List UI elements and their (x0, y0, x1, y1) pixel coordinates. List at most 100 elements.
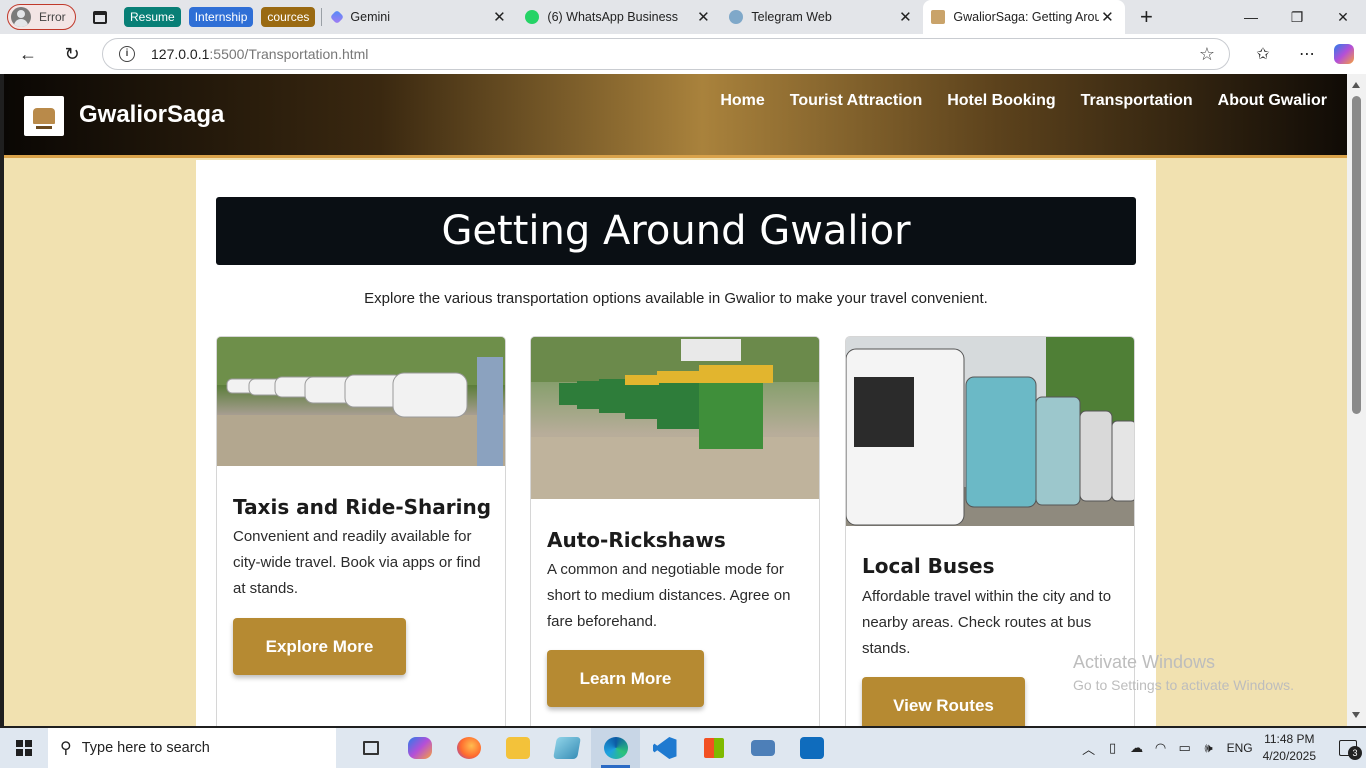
intro-text: Explore the various transportation optio… (364, 290, 988, 307)
device-icon[interactable]: ▯ (1101, 740, 1125, 756)
clock-time: 11:48 PM (1264, 732, 1315, 746)
info-icon[interactable]: i (119, 46, 135, 62)
nav-about-gwalior[interactable]: About Gwalior (1218, 92, 1327, 110)
address-bar-row: ← ↻ i 127.0.0.1:5500/Transportation.html… (0, 34, 1366, 74)
card-title: Local Buses (862, 554, 995, 578)
scroll-down-icon[interactable] (1352, 712, 1360, 718)
taskbar-clock[interactable]: 11:48 PM 4/20/2025 (1263, 731, 1316, 765)
browser-toolbar: ✩ ⋯ (1246, 38, 1354, 70)
task-view-icon[interactable] (346, 728, 395, 768)
windows-taskbar: ⚲ Type here to search ︿ ▯ ☁ ◠ ▭ 🕪 ENG 11… (0, 728, 1366, 768)
file-explorer-icon[interactable] (493, 728, 542, 768)
clock-date: 4/20/2025 (1262, 749, 1316, 763)
close-icon[interactable]: ✕ (695, 8, 711, 26)
new-tab-button[interactable]: + (1131, 4, 1161, 30)
address-bar[interactable]: i 127.0.0.1:5500/Transportation.html ☆ (102, 38, 1230, 70)
profile-label: Error (39, 10, 66, 24)
bookmark-star-icon[interactable]: ☆ (1199, 44, 1215, 65)
reload-icon: ↻ (64, 43, 80, 64)
chevron-up-icon[interactable]: ︿ (1077, 739, 1101, 758)
close-icon[interactable]: ✕ (491, 8, 507, 26)
nav-home[interactable]: Home (720, 92, 764, 110)
volume-icon[interactable]: 🕪 (1197, 740, 1221, 756)
remote-desktop-icon[interactable] (738, 728, 787, 768)
tab-group-cources[interactable]: cources (261, 7, 316, 27)
tab-gemini[interactable]: Gemini ✕ (322, 0, 517, 34)
browser-tab-strip: Error Resume Internship cources Gemini ✕… (0, 0, 1366, 34)
view-routes-button[interactable]: View Routes (862, 677, 1025, 726)
close-icon[interactable]: ✕ (897, 8, 913, 26)
nav-tourist-attraction[interactable]: Tourist Attraction (790, 92, 922, 110)
reload-button[interactable]: ↻ (54, 38, 90, 70)
explore-more-button[interactable]: Explore More (233, 618, 406, 675)
fort-logo-icon (33, 108, 55, 129)
copilot-app-icon[interactable] (395, 728, 444, 768)
copilot-icon[interactable] (1334, 44, 1354, 64)
nav-hotel-booking[interactable]: Hotel Booking (947, 92, 1055, 110)
close-window-icon[interactable]: ✕ (1320, 0, 1366, 34)
gemini-icon (330, 9, 345, 25)
learn-more-button[interactable]: Learn More (547, 650, 704, 707)
transport-card-auto-rickshaws: Auto-Rickshaws A common and negotiable m… (530, 336, 820, 726)
tab-gwaliorsaga[interactable]: GwaliorSaga: Getting Around ✕ (923, 0, 1126, 34)
tab-telegram[interactable]: Telegram Web ✕ (721, 0, 923, 34)
card-description: A common and negotiable mode for short t… (547, 561, 791, 630)
tab-group-internship[interactable]: Internship (188, 7, 254, 27)
site-logo[interactable] (24, 96, 64, 136)
page-title: Getting Around Gwalior (441, 208, 911, 254)
taxis-image (217, 337, 505, 466)
notification-center[interactable]: 3 (1330, 728, 1366, 768)
minimize-icon[interactable]: — (1228, 0, 1274, 34)
site-favicon (931, 10, 946, 24)
tab-title: (6) WhatsApp Business (547, 10, 679, 24)
battery-icon[interactable]: ▭ (1173, 740, 1197, 756)
hero-banner: Getting Around Gwalior (216, 197, 1136, 265)
card-title: Auto-Rickshaws (547, 528, 726, 552)
whatsapp-icon (525, 10, 540, 24)
tab-whatsapp[interactable]: (6) WhatsApp Business ✕ (517, 0, 721, 34)
page-viewport: GwaliorSaga Home Tourist Attraction Hote… (4, 74, 1347, 726)
scroll-up-icon[interactable] (1352, 82, 1360, 88)
favorites-icon[interactable]: ✩ (1246, 38, 1280, 70)
start-button[interactable] (0, 728, 48, 768)
store-icon[interactable] (689, 728, 738, 768)
notepad-icon[interactable] (542, 728, 591, 768)
arrow-left-icon: ← (19, 43, 37, 64)
local-buses-image (846, 337, 1134, 526)
tab-title: Gemini (350, 10, 391, 24)
nav-transportation[interactable]: Transportation (1081, 92, 1193, 110)
vscode-icon[interactable] (640, 728, 689, 768)
system-tray: ︿ ▯ ☁ ◠ ▭ 🕪 ENG 11:48 PM 4/20/2025 3 (1077, 728, 1366, 768)
url-path: :5500/Transportation.html (209, 46, 369, 62)
restore-icon[interactable]: ❐ (1274, 0, 1320, 34)
card-title: Taxis and Ride-Sharing (233, 495, 492, 519)
content-container: Getting Around Gwalior Explore the vario… (196, 160, 1156, 726)
taskbar-apps (346, 728, 836, 768)
back-button[interactable]: ← (10, 38, 46, 70)
notification-badge: 3 (1348, 746, 1362, 760)
more-menu-icon[interactable]: ⋯ (1290, 38, 1324, 70)
language-indicator[interactable]: ENG (1227, 741, 1253, 755)
window-controls: — ❐ ✕ (1228, 0, 1366, 34)
close-icon[interactable]: ✕ (1099, 8, 1115, 26)
cloud-icon[interactable]: ☁ (1125, 740, 1149, 756)
site-brand[interactable]: GwaliorSaga (79, 101, 224, 129)
wifi-icon[interactable]: ◠ (1149, 740, 1173, 756)
tab-group-resume[interactable]: Resume (124, 7, 181, 27)
main-nav: Home Tourist Attraction Hotel Booking Tr… (720, 92, 1327, 110)
search-placeholder: Type here to search (81, 740, 210, 756)
scrollbar-thumb[interactable] (1352, 96, 1361, 414)
auto-rickshaws-image (531, 337, 819, 499)
profile-avatar-icon (11, 7, 31, 27)
page-scrollbar[interactable] (1347, 74, 1366, 726)
tab-title: GwaliorSaga: Getting Around (953, 10, 1100, 24)
tab-actions-icon[interactable] (88, 5, 112, 29)
watermark-title: Activate Windows (1073, 652, 1216, 672)
outlook-icon[interactable] (787, 728, 836, 768)
edge-icon[interactable] (591, 728, 640, 768)
profile-button[interactable]: Error (7, 4, 76, 30)
firefox-icon[interactable] (444, 728, 493, 768)
url-text[interactable]: 127.0.0.1:5500/Transportation.html (151, 46, 368, 62)
taskbar-search[interactable]: ⚲ Type here to search (48, 728, 336, 768)
card-description: Convenient and readily available for cit… (233, 528, 481, 597)
